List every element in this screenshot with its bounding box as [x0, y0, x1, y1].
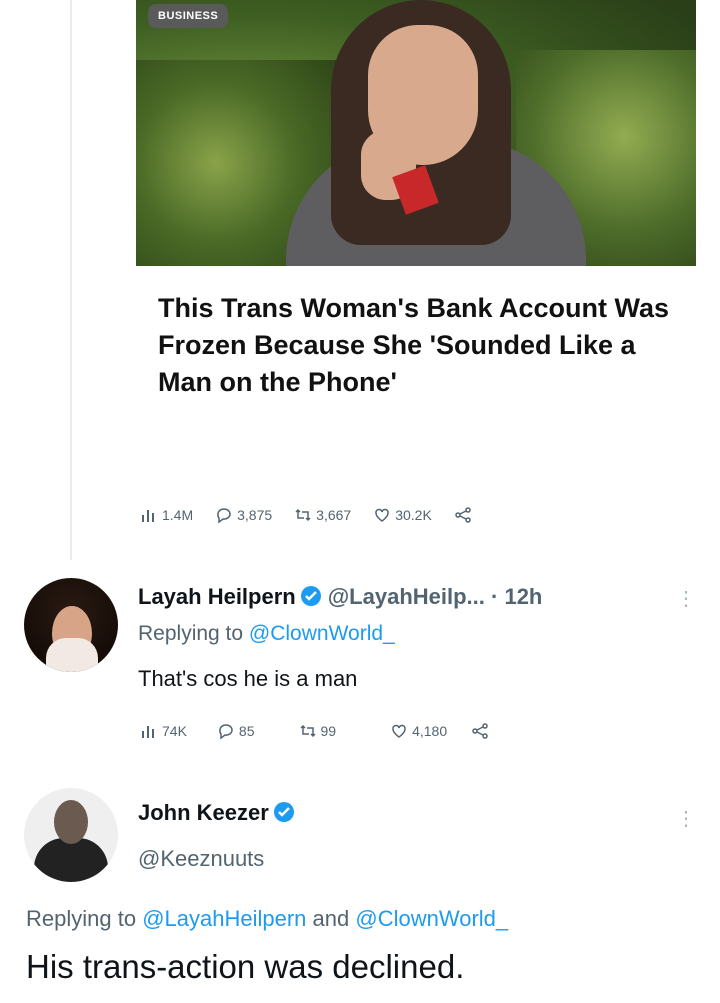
reply2-header: John Keezer: [138, 800, 301, 826]
views-metric[interactable]: 1.4M: [140, 506, 193, 524]
more-options-icon[interactable]: ⋮: [676, 806, 696, 831]
mention-link[interactable]: @ClownWorld_: [249, 622, 395, 645]
reply-button[interactable]: 85: [217, 722, 255, 740]
share-icon: [472, 723, 488, 739]
reply1-header: Layah Heilpern @LayahHeilp... · 12h: [138, 584, 542, 610]
like-button[interactable]: 4,180: [390, 722, 447, 740]
share-button[interactable]: [471, 722, 493, 740]
bar-chart-icon: [142, 510, 154, 522]
display-name[interactable]: John Keezer: [138, 800, 269, 825]
like-count: 4,180: [412, 723, 448, 739]
article-image[interactable]: BUSINESS: [136, 0, 696, 266]
like-button[interactable]: 30.2K: [373, 506, 432, 524]
article-card[interactable]: BUSINESS This Trans Woman's Bank Account…: [136, 0, 698, 486]
replying-to-line: Replying to @ClownWorld_: [138, 622, 395, 646]
speech-bubble-icon: [219, 724, 233, 740]
avatar[interactable]: [24, 578, 118, 672]
views-count: 74K: [162, 723, 187, 739]
replying-and: and: [312, 906, 350, 931]
reply-count: 3,875: [237, 507, 273, 523]
heart-icon: [392, 724, 406, 738]
retweet-count: 3,667: [316, 507, 352, 523]
thread-connector-line: [70, 0, 72, 560]
category-badge: BUSINESS: [148, 4, 229, 28]
retweet-icon: [295, 508, 311, 522]
replying-prefix: Replying to: [138, 622, 244, 645]
reply1-metrics-bar: 74K 85 99 4,180: [140, 722, 515, 740]
user-handle[interactable]: @LayahHeilp...: [328, 584, 485, 609]
reply-button[interactable]: 3,875: [215, 506, 272, 524]
user-handle[interactable]: @Keeznuuts: [138, 846, 264, 872]
like-count: 30.2K: [395, 507, 432, 523]
speech-bubble-icon: [217, 508, 231, 524]
mention-link[interactable]: @ClownWorld_: [355, 906, 508, 931]
verified-badge-icon: [300, 586, 321, 606]
replying-prefix: Replying to: [26, 906, 137, 931]
views-metric[interactable]: 74K: [140, 722, 187, 740]
share-button[interactable]: [454, 506, 476, 524]
article-metrics-bar: 1.4M 3,875 3,667 30.2K: [140, 506, 498, 524]
display-name[interactable]: Layah Heilpern: [138, 584, 296, 609]
retweet-button[interactable]: 3,667: [294, 506, 351, 524]
timestamp[interactable]: · 12h: [491, 584, 542, 609]
tweet-text: His trans-action was declined.: [26, 948, 465, 985]
retweet-icon: [299, 724, 316, 738]
mention-link[interactable]: @LayahHeilpern: [142, 906, 306, 931]
replying-to-line: Replying to @LayahHeilpern and @ClownWor…: [26, 906, 508, 932]
verified-badge-icon: [273, 802, 294, 822]
share-icon: [455, 507, 471, 523]
retweet-button[interactable]: 99: [299, 722, 337, 740]
heart-icon: [375, 508, 389, 522]
more-options-icon[interactable]: ⋮: [676, 586, 696, 611]
avatar[interactable]: [24, 788, 118, 882]
bar-chart-icon: [142, 726, 154, 738]
tweet-text: That's cos he is a man: [138, 666, 358, 691]
reply-count: 85: [238, 723, 255, 739]
views-count: 1.4M: [162, 507, 194, 523]
retweet-count: 99: [320, 723, 337, 739]
article-headline[interactable]: This Trans Woman's Bank Account Was Froz…: [158, 290, 678, 401]
